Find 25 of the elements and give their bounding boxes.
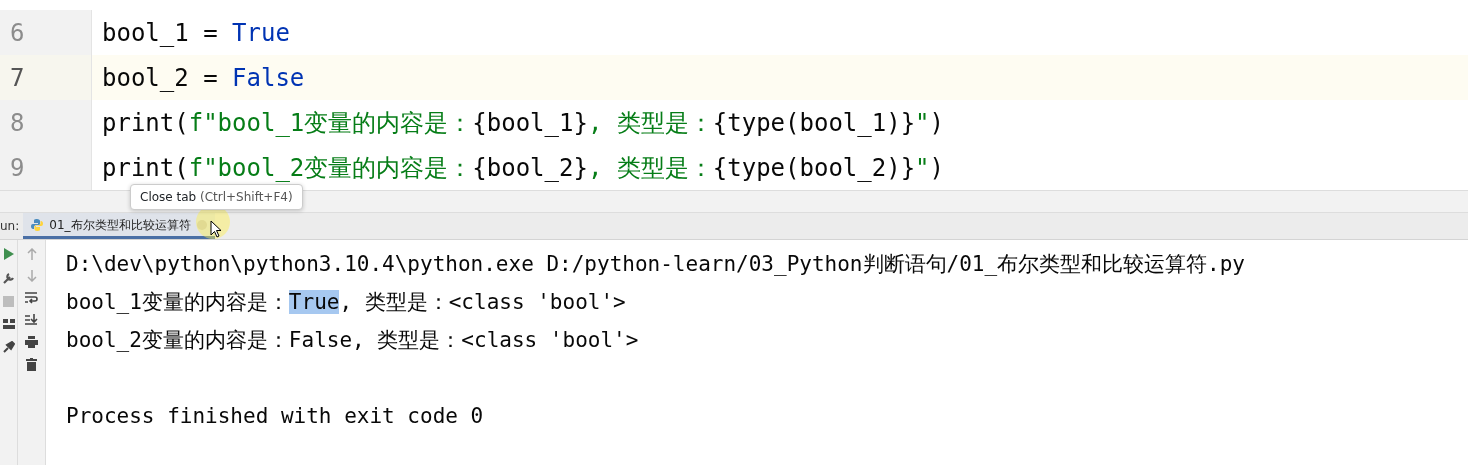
console-line: bool_1变量的内容是：True, 类型是：<class 'bool'> bbox=[66, 289, 626, 317]
code-line: print(f"bool_2变量的内容是：{bool_2}, 类型是：{type(bool_2)}") bbox=[101, 152, 944, 184]
run-tab[interactable]: 01_布尔类型和比较运算符 bbox=[23, 213, 215, 239]
run-label: un: bbox=[0, 218, 21, 235]
run-icon[interactable] bbox=[3, 248, 14, 260]
line-number: 8 bbox=[0, 100, 92, 145]
pin-icon[interactable] bbox=[2, 341, 15, 353]
console-line: D:\dev\python\python3.10.4\python.exe D:/python-learn/03_Python判断语句/01_布尔类型和比较运算符.py bbox=[66, 251, 1245, 279]
code-line: print(f"bool_1变量的内容是：{bool_1}, 类型是：{type(bool_1)}") bbox=[101, 107, 944, 139]
code-line: bool_2 = False bbox=[101, 62, 305, 94]
tooltip: Close tab (Ctrl+Shift+F4) bbox=[130, 184, 303, 210]
line-number: 7 bbox=[0, 55, 92, 100]
code-line: bool_1 = True bbox=[101, 17, 290, 49]
line-number: 6 bbox=[0, 10, 92, 55]
print-icon[interactable] bbox=[25, 336, 38, 348]
line-number: 9 bbox=[0, 145, 92, 190]
wrench-icon[interactable] bbox=[2, 272, 15, 284]
wrap-icon[interactable] bbox=[25, 292, 38, 304]
console-line: Process finished with exit code 0 bbox=[66, 403, 484, 431]
scroll-to-end-icon[interactable] bbox=[25, 314, 38, 326]
layout-icon[interactable] bbox=[2, 319, 15, 329]
trash-icon[interactable] bbox=[26, 358, 37, 371]
python-icon bbox=[31, 218, 44, 231]
mouse-cursor-icon bbox=[210, 220, 222, 238]
console-line: bool_2变量的内容是：False, 类型是：<class 'bool'> bbox=[66, 327, 639, 355]
